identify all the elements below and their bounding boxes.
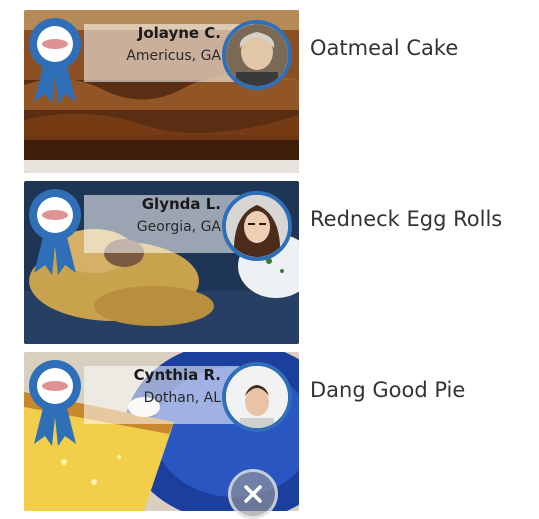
cook-name: Cynthia R. <box>133 366 221 384</box>
cook-avatar[interactable] <box>222 362 292 432</box>
cook-name: Glynda L. <box>141 195 221 213</box>
cook-avatar[interactable] <box>222 20 292 90</box>
blue-ribbon-icon <box>29 18 81 104</box>
recipe-card[interactable]: Jolayne C. Americus, GA Oatmeal Cake <box>0 10 539 175</box>
cook-avatar[interactable] <box>222 191 292 261</box>
recipe-title[interactable]: Redneck Egg Rolls <box>310 207 502 231</box>
recipe-photo[interactable]: Glynda L. Georgia, GA <box>24 181 299 344</box>
close-button[interactable] <box>228 469 278 519</box>
avatar-photo <box>226 24 288 86</box>
cook-location: Dothan, AL <box>143 390 221 406</box>
blue-ribbon-icon <box>29 360 81 446</box>
avatar-photo <box>226 195 288 257</box>
cook-name: Jolayne C. <box>137 24 221 42</box>
cook-location: Georgia, GA <box>136 219 221 235</box>
recipe-title[interactable]: Oatmeal Cake <box>310 36 458 60</box>
cook-location: Americus, GA <box>126 48 221 64</box>
recipe-card[interactable]: Glynda L. Georgia, GA Redneck Egg Rolls <box>0 181 539 346</box>
blue-ribbon-icon <box>29 189 81 275</box>
close-icon <box>244 485 262 503</box>
recipe-photo[interactable]: Jolayne C. Americus, GA <box>24 10 299 173</box>
recipe-title[interactable]: Dang Good Pie <box>310 378 465 402</box>
avatar-photo <box>226 366 288 428</box>
